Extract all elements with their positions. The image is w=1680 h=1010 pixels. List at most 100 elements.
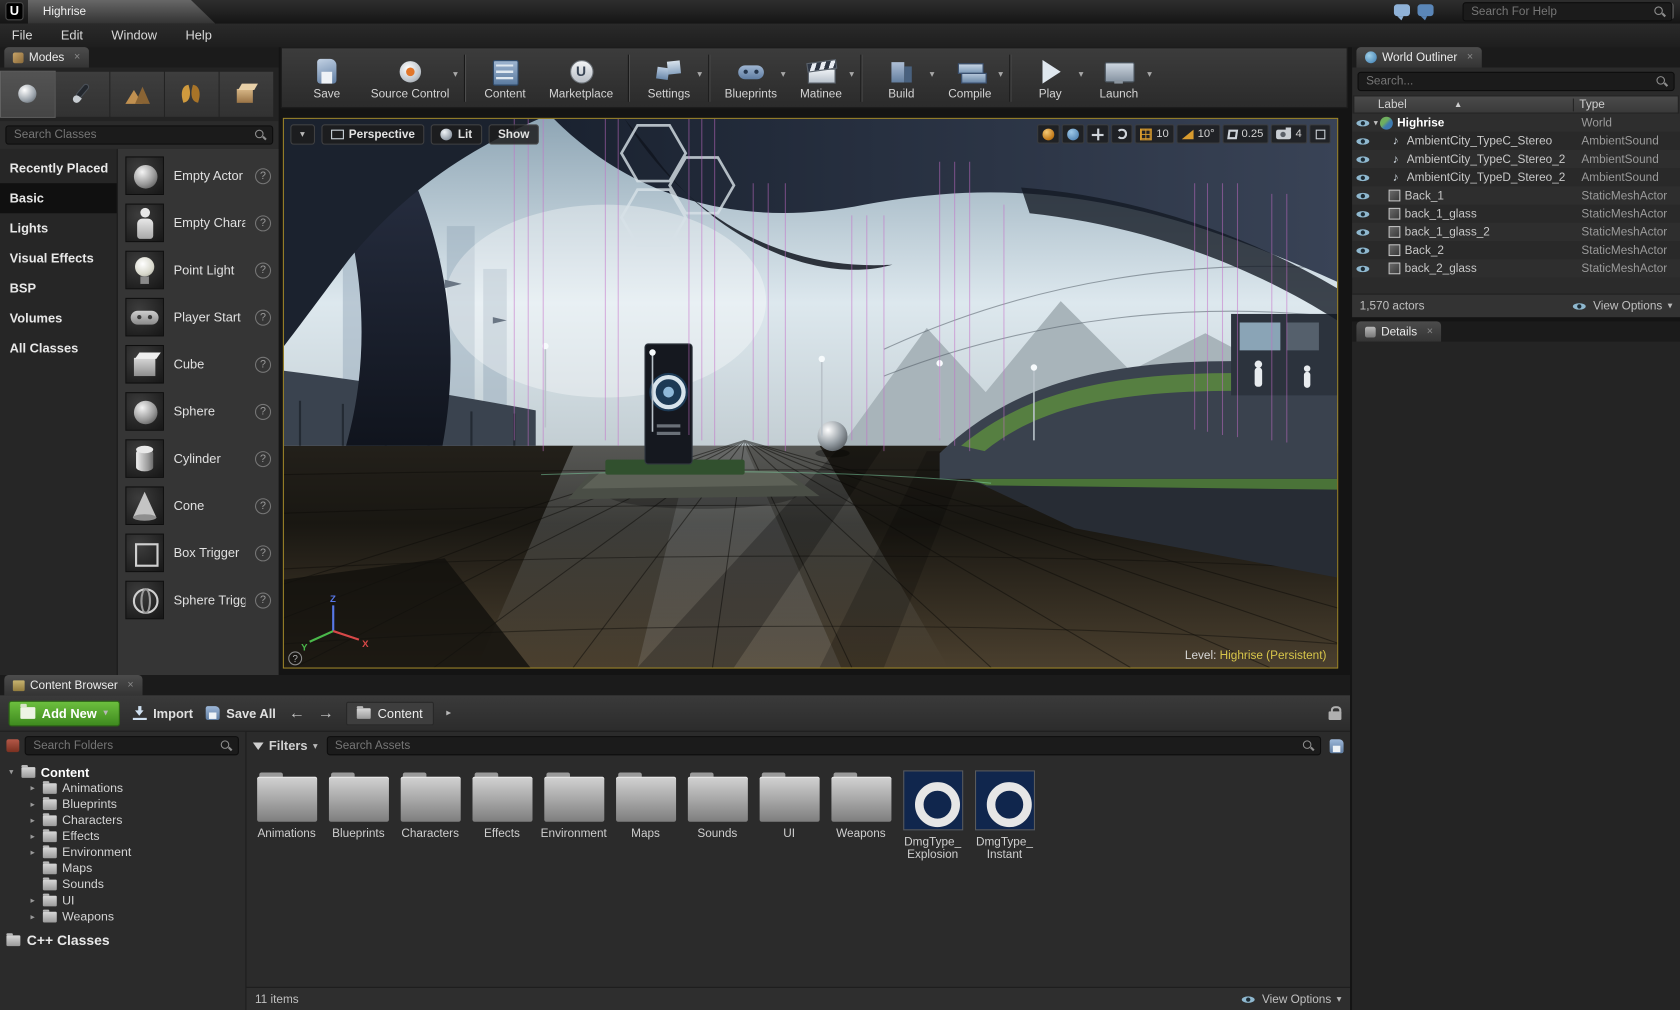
maximize-viewport-button[interactable]: [1309, 124, 1330, 143]
modes-category[interactable]: All Classes: [0, 333, 117, 363]
angle-snap-button[interactable]: 10°: [1176, 124, 1220, 143]
help-icon[interactable]: ?: [255, 215, 271, 231]
3d-viewport[interactable]: ▾ Perspective Lit Show: [283, 118, 1338, 669]
outliner-view-options-button[interactable]: View Options ▾: [1572, 299, 1673, 313]
expander-arrow-icon[interactable]: ▸: [28, 896, 38, 906]
outliner-row[interactable]: ▾ Highrise World: [1352, 114, 1680, 132]
outliner-row[interactable]: back_1_glass StaticMeshActor: [1352, 205, 1680, 223]
close-icon[interactable]: ×: [127, 679, 133, 691]
surface-snap-button[interactable]: [1037, 124, 1060, 143]
visibility-eye-icon[interactable]: [1355, 152, 1371, 166]
perspective-button[interactable]: Perspective: [321, 124, 425, 144]
visibility-eye-icon[interactable]: [1355, 116, 1371, 130]
menu-item[interactable]: File: [0, 24, 44, 48]
modes-category[interactable]: Lights: [0, 213, 117, 243]
mode-tool-button[interactable]: [165, 72, 219, 117]
tab-details[interactable]: Details ×: [1356, 321, 1441, 341]
folder-tree-item[interactable]: ▸ Effects: [6, 828, 238, 844]
visibility-eye-icon[interactable]: [1355, 225, 1371, 239]
toolbar-button[interactable]: ▾ Play: [1016, 49, 1085, 106]
close-icon[interactable]: ×: [74, 51, 80, 63]
asset-tile[interactable]: Blueprints: [323, 770, 395, 863]
expander-caret-icon[interactable]: ▾: [6, 767, 16, 777]
expander-arrow-icon[interactable]: ▸: [28, 848, 38, 858]
visibility-eye-icon[interactable]: [1355, 261, 1371, 275]
sort-ascending-icon[interactable]: ▲: [1454, 100, 1462, 110]
scale-snap-button[interactable]: 0.25: [1222, 124, 1269, 143]
column-label[interactable]: Label ▲: [1354, 98, 1573, 111]
lock-icon[interactable]: [1329, 706, 1342, 720]
viewport-options-button[interactable]: ▾: [290, 124, 314, 144]
save-search-icon[interactable]: [1330, 739, 1344, 753]
back-button[interactable]: ←: [289, 704, 305, 722]
visibility-eye-icon[interactable]: [1355, 134, 1371, 148]
asset-tile[interactable]: Animations: [251, 770, 323, 863]
folder-tree-item[interactable]: ▸ Environment: [6, 844, 238, 860]
modes-category[interactable]: Volumes: [0, 303, 117, 333]
help-icon[interactable]: ?: [255, 545, 271, 561]
path-expand-icon[interactable]: ▸: [446, 707, 451, 719]
menu-item[interactable]: Window: [100, 24, 169, 48]
asset-tile[interactable]: UI: [753, 770, 825, 863]
forward-button[interactable]: →: [318, 704, 334, 722]
viewport-3d-scene[interactable]: [284, 119, 1337, 668]
placeable-item[interactable]: Box Trigger ?: [118, 529, 279, 576]
asset-tile[interactable]: Weapons: [825, 770, 897, 863]
chat-icon[interactable]: [1418, 4, 1434, 16]
add-new-button[interactable]: Add New ▾: [9, 700, 120, 726]
outliner-search-input[interactable]: [1364, 74, 1651, 89]
move-tool-button[interactable]: [1087, 124, 1110, 143]
toolbar-button[interactable]: ▾ Matinee: [787, 49, 856, 106]
folder-tree-item[interactable]: ▸ Characters: [6, 812, 238, 828]
close-icon[interactable]: ×: [1467, 51, 1473, 63]
outliner-row[interactable]: Back_2 StaticMeshActor: [1352, 241, 1680, 259]
view-mode-button[interactable]: Lit: [431, 124, 482, 144]
placeable-item[interactable]: Player Start ?: [118, 294, 279, 341]
tab-content-browser[interactable]: Content Browser ×: [4, 675, 142, 695]
chevron-down-icon[interactable]: ▾: [849, 69, 854, 81]
outliner-row[interactable]: AmbientCity_TypeC_Stereo_2 AmbientSound: [1352, 150, 1680, 168]
placeable-item[interactable]: Sphere Trigger ?: [118, 576, 279, 623]
toolbar-button[interactable]: ▾ Blueprints: [715, 49, 787, 106]
tab-modes[interactable]: Modes ×: [4, 47, 89, 67]
folder-tree-item[interactable]: ▸ Animations: [6, 780, 238, 796]
asset-tile[interactable]: Environment: [538, 770, 610, 863]
chevron-down-icon[interactable]: ▾: [998, 69, 1003, 81]
help-icon[interactable]: ?: [255, 451, 271, 467]
toolbar-button[interactable]: ▾ Build: [867, 49, 936, 106]
search-assets-input[interactable]: [333, 738, 1298, 753]
mode-tool-button[interactable]: [110, 72, 164, 117]
placeable-item[interactable]: Point Light ?: [118, 246, 279, 293]
expander-arrow-icon[interactable]: ▸: [28, 831, 38, 841]
chevron-down-icon[interactable]: ▾: [1079, 69, 1084, 81]
asset-tile[interactable]: DmgType_ Explosion: [897, 770, 969, 863]
help-icon[interactable]: ?: [255, 309, 271, 325]
folder-tree-item[interactable]: Maps: [6, 860, 238, 876]
asset-tile[interactable]: Maps: [610, 770, 682, 863]
tab-world-outliner[interactable]: World Outliner ×: [1356, 47, 1481, 67]
placeable-item[interactable]: Cube ?: [118, 341, 279, 388]
expander-caret-icon[interactable]: ▾: [1374, 118, 1378, 128]
filters-button[interactable]: Filters ▾: [253, 738, 318, 753]
document-tab[interactable]: Highrise: [28, 0, 215, 24]
asset-tile[interactable]: Sounds: [681, 770, 753, 863]
help-icon[interactable]: ?: [255, 592, 271, 608]
toolbar-button[interactable]: Marketplace: [539, 49, 622, 106]
mode-tool-button[interactable]: [1, 72, 55, 117]
column-type[interactable]: Type: [1573, 98, 1678, 111]
folder-tree-root[interactable]: ▾ Content: [6, 764, 238, 780]
outliner-row[interactable]: AmbientCity_TypeD_Stereo_2 AmbientSound: [1352, 168, 1680, 186]
asset-tile[interactable]: Effects: [466, 770, 538, 863]
expander-arrow-icon[interactable]: ▸: [28, 799, 38, 809]
expander-arrow-icon[interactable]: ▸: [28, 815, 38, 825]
viewport-help-icon[interactable]: ?: [288, 651, 302, 665]
chevron-down-icon[interactable]: ▾: [697, 69, 702, 81]
outliner-row[interactable]: Back_1 StaticMeshActor: [1352, 186, 1680, 204]
outliner-row[interactable]: AmbientCity_TypeC_Stereo AmbientSound: [1352, 132, 1680, 150]
asset-tile[interactable]: DmgType_ Instant: [969, 770, 1041, 863]
cpp-classes-root[interactable]: C++ Classes: [6, 932, 238, 948]
modes-category[interactable]: Visual Effects: [0, 243, 117, 273]
help-icon[interactable]: ?: [255, 498, 271, 514]
outliner-row[interactable]: back_2_glass StaticMeshActor: [1352, 259, 1680, 277]
toolbar-button[interactable]: Save: [293, 49, 362, 106]
